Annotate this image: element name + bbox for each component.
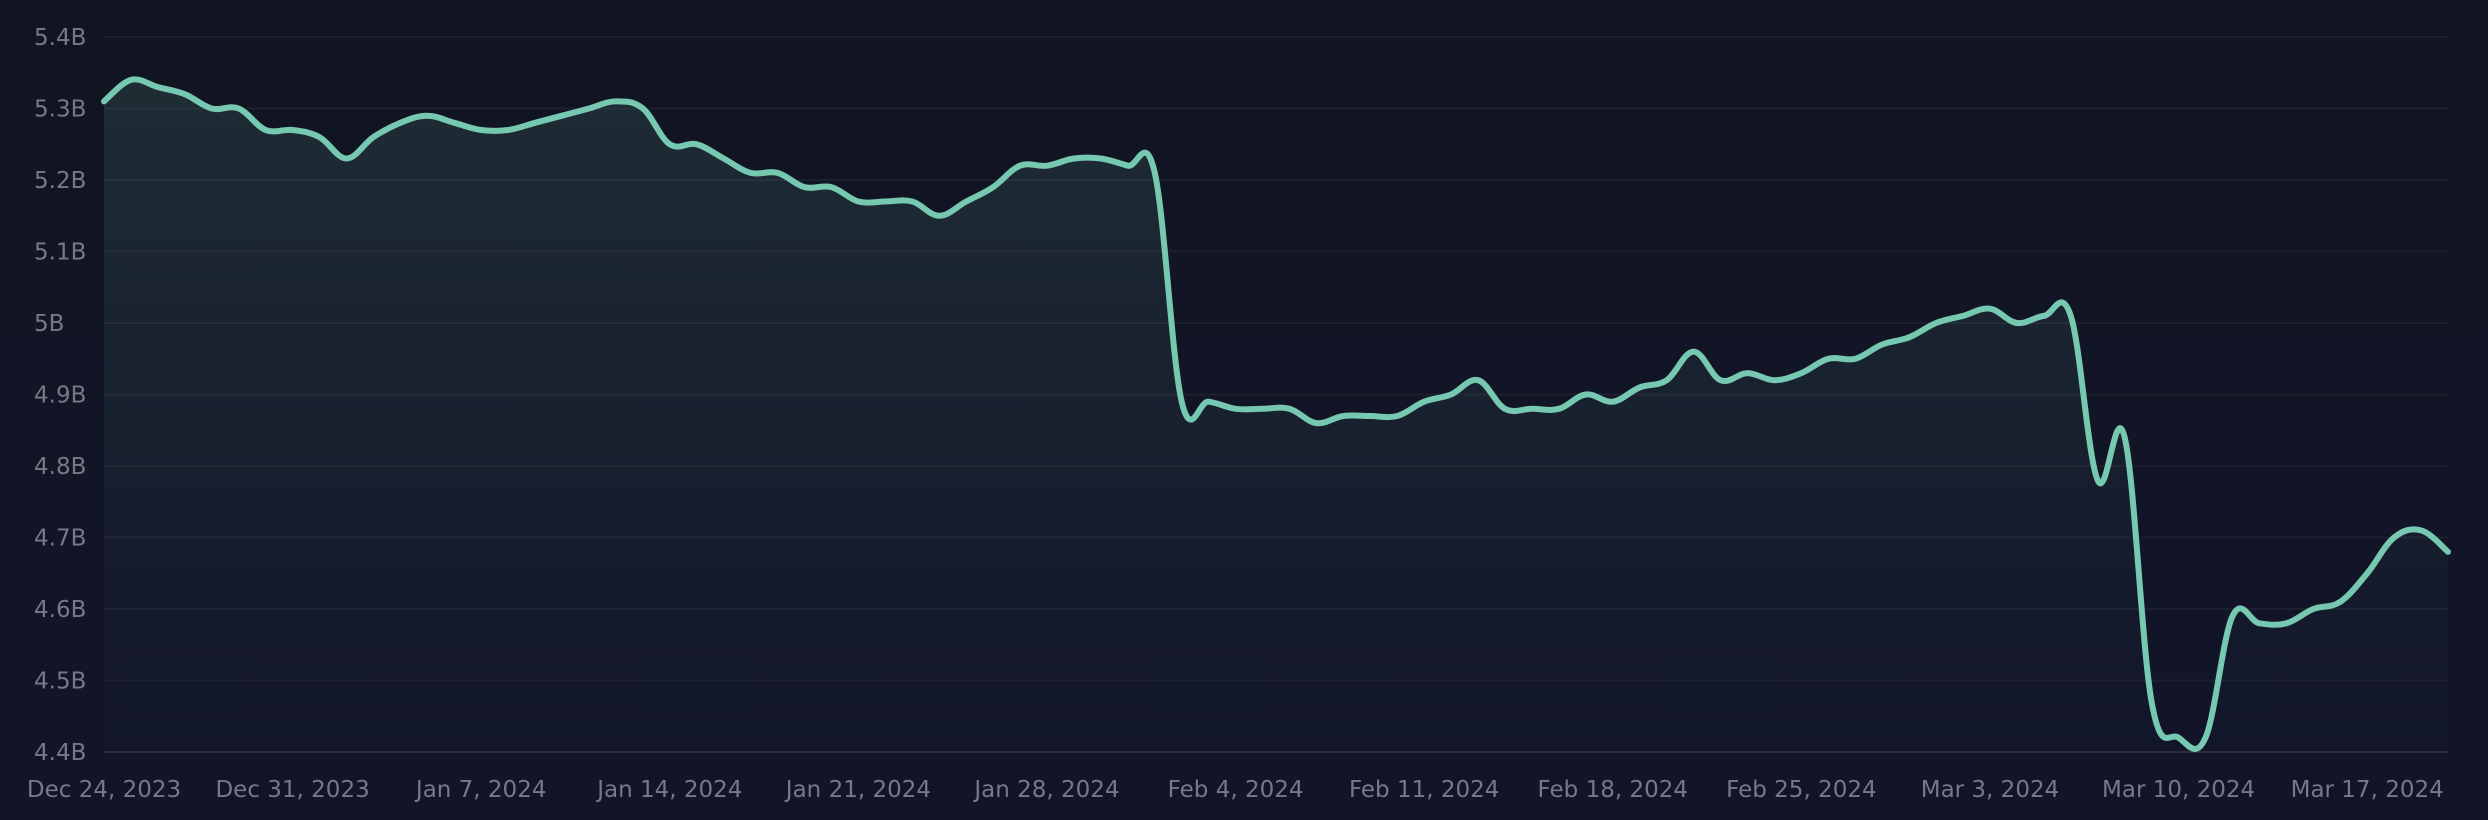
y-tick-label: 4.8B bbox=[34, 454, 86, 480]
y-tick-label: 5.1B bbox=[34, 240, 86, 266]
x-tick-label: Dec 24, 2023 bbox=[27, 777, 181, 803]
x-tick-label: Jan 21, 2024 bbox=[784, 777, 931, 803]
x-tick-label: Feb 18, 2024 bbox=[1538, 777, 1688, 803]
x-tick-label: Jan 7, 2024 bbox=[414, 777, 547, 803]
line-area-chart: 4.4B 4.5B 4.6B 4.7B 4.8B 4.9B 5B 5.1B 5.2B 5.3B 5.… bbox=[27, 25, 2451, 803]
x-axis: Dec 24, 2023 Dec 31, 2023 Jan 7, 2024 Jan 1… bbox=[27, 777, 2444, 803]
chart-container: 4.4B 4.5B 4.6B 4.7B 4.8B 4.9B 5B 5.1B 5.2B 5.3B 5.… bbox=[0, 0, 2488, 820]
y-tick-label: 4.6B bbox=[34, 597, 86, 623]
x-tick-label: Jan 14, 2024 bbox=[595, 777, 742, 803]
y-tick-label: 5.4B bbox=[34, 25, 86, 51]
x-tick-label: Mar 17, 2024 bbox=[2291, 777, 2444, 803]
y-tick-label: 5B bbox=[34, 311, 64, 337]
x-tick-label: Mar 3, 2024 bbox=[1921, 777, 2060, 803]
y-tick-label: 4.9B bbox=[34, 383, 86, 409]
x-tick-label: Jan 28, 2024 bbox=[972, 777, 1119, 803]
x-tick-label: Dec 31, 2023 bbox=[215, 777, 369, 803]
x-tick-label: Feb 4, 2024 bbox=[1168, 777, 1304, 803]
x-tick-label: Feb 11, 2024 bbox=[1349, 777, 1499, 803]
y-tick-label: 4.4B bbox=[34, 740, 86, 766]
y-tick-label: 5.2B bbox=[34, 168, 86, 194]
x-tick-label: Feb 25, 2024 bbox=[1726, 777, 1876, 803]
y-axis: 4.4B 4.5B 4.6B 4.7B 4.8B 4.9B 5B 5.1B 5.2B 5.3B 5.… bbox=[34, 25, 86, 766]
x-tick-label: Mar 10, 2024 bbox=[2102, 777, 2255, 803]
y-tick-label: 5.3B bbox=[34, 97, 86, 123]
y-tick-label: 4.7B bbox=[34, 526, 86, 552]
y-tick-label: 4.5B bbox=[34, 669, 86, 695]
